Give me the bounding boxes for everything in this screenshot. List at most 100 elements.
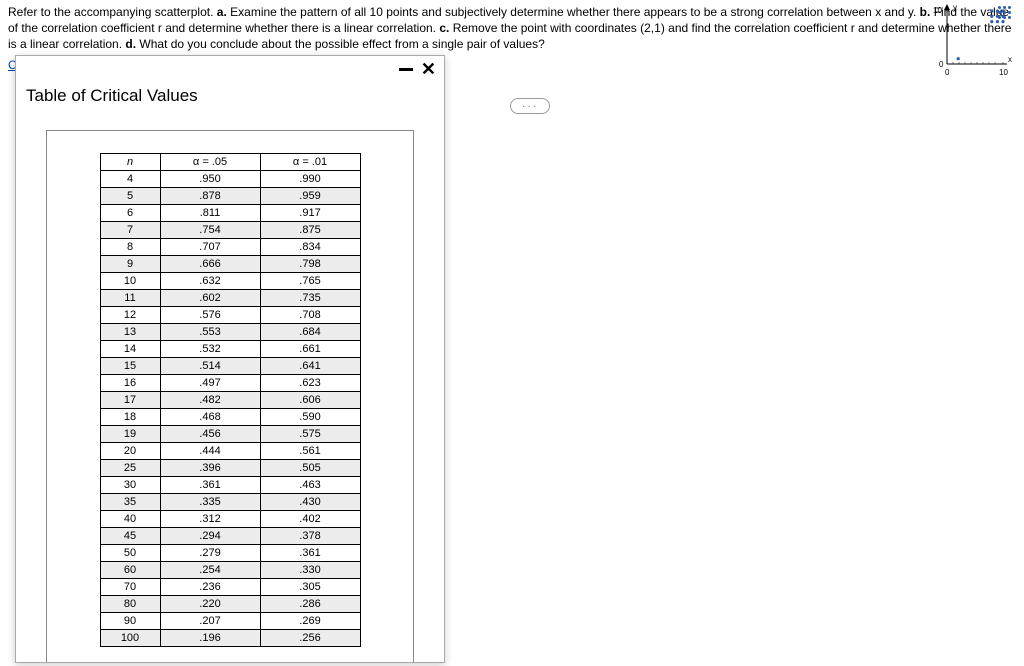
cell-n: 14 [100,341,160,358]
table-row: 15.514.641 [100,358,360,375]
cell-n: 13 [100,324,160,341]
cell-a05: .279 [160,545,260,562]
x-tick-0: 0 [945,68,950,77]
scatter-point [990,15,993,18]
cell-a01: .430 [260,494,360,511]
y-tick-10: 10 [933,6,942,15]
cell-n: 70 [100,579,160,596]
cell-a01: .735 [260,290,360,307]
critical-values-modal: ✕ Table of Critical Values n α = .05 α =… [15,55,445,663]
cell-a01: .917 [260,205,360,222]
cell-n: 7 [100,222,160,239]
table-row: 90.207.269 [100,613,360,630]
col-header-n: n [100,154,160,171]
cell-n: 25 [100,460,160,477]
cell-a05: .811 [160,205,260,222]
table-row: 4.950.990 [100,171,360,188]
cell-a01: .256 [260,630,360,647]
cell-a01: .834 [260,239,360,256]
cell-n: 15 [100,358,160,375]
part-a-text: Examine the pattern of all 10 points and… [230,5,920,19]
cell-a01: .330 [260,562,360,579]
table-row: 11.602.735 [100,290,360,307]
cell-a05: .553 [160,324,260,341]
cell-a01: .402 [260,511,360,528]
cell-a01: .798 [260,256,360,273]
cell-a05: .396 [160,460,260,477]
cell-n: 80 [100,596,160,613]
cell-a01: .378 [260,528,360,545]
x-tick-10: 10 [999,68,1008,77]
cell-n: 35 [100,494,160,511]
cell-a05: .207 [160,613,260,630]
cell-a01: .305 [260,579,360,596]
cell-a05: .468 [160,409,260,426]
cell-a05: .632 [160,273,260,290]
table-row: 25.396.505 [100,460,360,477]
cell-a01: .561 [260,443,360,460]
col-header-a05: α = .05 [160,154,260,171]
cell-a05: .497 [160,375,260,392]
cell-a05: .236 [160,579,260,596]
table-row: 10.632.765 [100,273,360,290]
cell-n: 4 [100,171,160,188]
table-row: 16.497.623 [100,375,360,392]
cell-n: 12 [100,307,160,324]
minimize-icon[interactable] [399,68,413,71]
cell-n: 100 [100,630,160,647]
cell-n: 19 [100,426,160,443]
part-d-text: What do you conclude about the possible … [139,37,544,51]
close-icon[interactable]: ✕ [421,60,436,78]
cell-n: 10 [100,273,160,290]
cell-a01: .708 [260,307,360,324]
cell-n: 6 [100,205,160,222]
cell-a05: .666 [160,256,260,273]
cell-a01: .875 [260,222,360,239]
table-row: 100.196.256 [100,630,360,647]
table-row: 50.279.361 [100,545,360,562]
cell-a05: .482 [160,392,260,409]
scatterplot: y 10 0 0 10 x [929,2,1014,77]
cell-a05: .602 [160,290,260,307]
cell-a01: .765 [260,273,360,290]
cell-n: 20 [100,443,160,460]
part-a-label: a. [217,5,227,19]
cell-n: 5 [100,188,160,205]
cell-a05: .532 [160,341,260,358]
table-row: 7.754.875 [100,222,360,239]
table-row: 70.236.305 [100,579,360,596]
table-row: 13.553.684 [100,324,360,341]
cell-a05: .361 [160,477,260,494]
part-c-label: c. [439,21,449,35]
cell-a01: .505 [260,460,360,477]
cell-a05: .707 [160,239,260,256]
cell-a05: .335 [160,494,260,511]
grid-menu-icon[interactable] [998,6,1012,20]
table-row: 60.254.330 [100,562,360,579]
cell-a05: .196 [160,630,260,647]
table-row: 12.576.708 [100,307,360,324]
table-row: 20.444.561 [100,443,360,460]
cell-a05: .514 [160,358,260,375]
cell-n: 9 [100,256,160,273]
cell-a05: .456 [160,426,260,443]
table-row: 30.361.463 [100,477,360,494]
disclosure-toggle[interactable]: ··· [510,98,550,114]
part-d-label: d. [125,37,136,51]
table-row: 17.482.606 [100,392,360,409]
x-axis-label: x [1008,55,1012,64]
table-row: 40.312.402 [100,511,360,528]
cell-a01: .575 [260,426,360,443]
cell-a01: .641 [260,358,360,375]
table-row: 35.335.430 [100,494,360,511]
table-row: 45.294.378 [100,528,360,545]
intro: Refer to the accompanying scatterplot. [8,5,217,19]
scatter-point [990,20,993,23]
cell-n: 40 [100,511,160,528]
cell-a01: .990 [260,171,360,188]
cell-a05: .444 [160,443,260,460]
cell-a01: .684 [260,324,360,341]
scatter-point [957,57,960,60]
cell-n: 90 [100,613,160,630]
cell-a05: .312 [160,511,260,528]
